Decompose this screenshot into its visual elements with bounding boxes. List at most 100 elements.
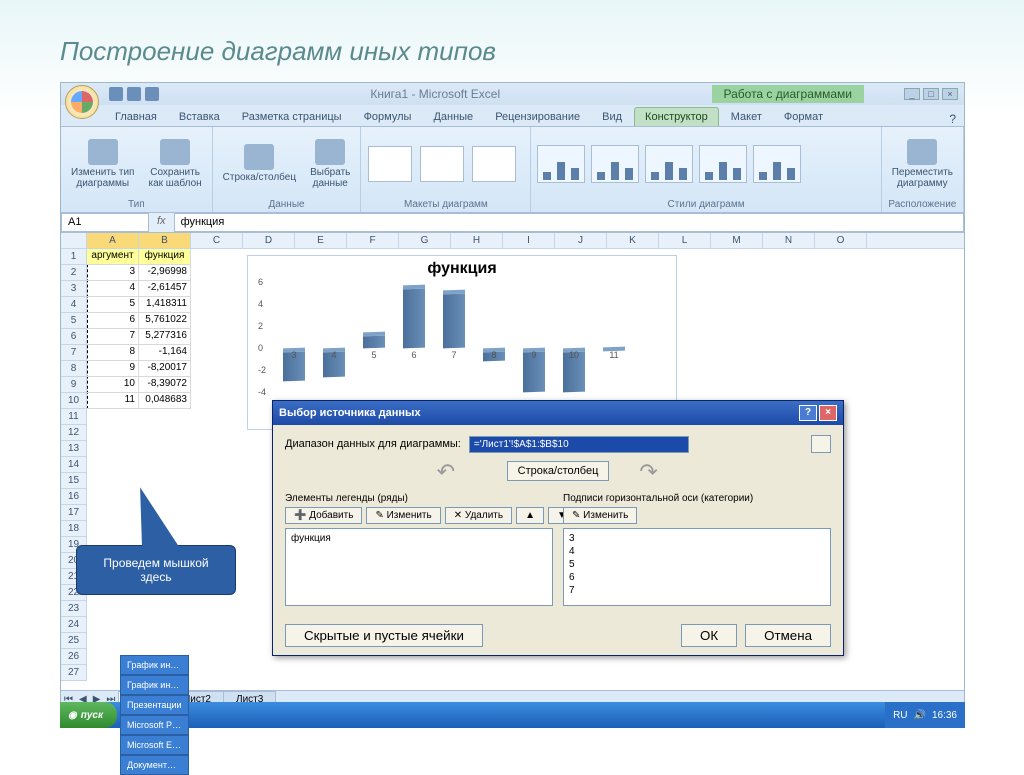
row-header[interactable]: 25 — [61, 633, 86, 649]
taskbar-button[interactable]: Документ… — [120, 755, 189, 775]
tab-конструктор[interactable]: Конструктор — [634, 107, 719, 126]
column-header[interactable]: H — [451, 233, 503, 248]
column-header[interactable]: J — [555, 233, 607, 248]
cell[interactable]: 10 — [87, 377, 139, 393]
help-icon[interactable]: ? — [949, 112, 956, 126]
switch-row-column-button[interactable]: Строка/столбец — [219, 142, 300, 185]
row-header[interactable]: 6 — [61, 329, 86, 345]
row-header[interactable]: 8 — [61, 361, 86, 377]
clock[interactable]: 16:36 — [932, 710, 957, 721]
column-header[interactable]: F — [347, 233, 399, 248]
cancel-button[interactable]: Отмена — [745, 624, 831, 647]
cell[interactable]: аргумент — [87, 249, 139, 265]
language-indicator[interactable]: RU — [893, 710, 907, 721]
cell[interactable]: -1,164 — [139, 345, 191, 361]
edit-series-button[interactable]: ✎ Изменить — [366, 507, 440, 524]
move-up-button[interactable]: ▲ — [516, 507, 544, 524]
row-header[interactable]: 13 — [61, 441, 86, 457]
column-header[interactable]: O — [815, 233, 867, 248]
cell[interactable]: 4 — [87, 281, 139, 297]
fx-icon[interactable]: fx — [149, 213, 174, 232]
chart-style-thumb[interactable] — [753, 145, 801, 183]
hidden-empty-cells-button[interactable]: Скрытые и пустые ячейки — [285, 624, 483, 647]
dialog-help-button[interactable]: ? — [799, 405, 817, 421]
ok-button[interactable]: ОК — [681, 624, 737, 647]
save-as-template-button[interactable]: Сохранить как шаблон — [144, 137, 205, 191]
cell[interactable]: 6 — [87, 313, 139, 329]
change-chart-type-button[interactable]: Изменить тип диаграммы — [67, 137, 138, 191]
row-header[interactable]: 5 — [61, 313, 86, 329]
tab-разметка страницы[interactable]: Разметка страницы — [232, 108, 352, 126]
list-item[interactable]: 4 — [567, 545, 827, 558]
row-header[interactable]: 9 — [61, 377, 86, 393]
column-header[interactable]: E — [295, 233, 347, 248]
column-header[interactable]: C — [191, 233, 243, 248]
cell[interactable]: функция — [139, 249, 191, 265]
chart-style-thumb[interactable] — [591, 145, 639, 183]
tab-главная[interactable]: Главная — [105, 108, 167, 126]
row-header[interactable]: 18 — [61, 521, 86, 537]
chart-layout-thumb[interactable] — [368, 146, 412, 182]
list-item[interactable]: 7 — [567, 584, 827, 597]
start-button[interactable]: ◉ пуск — [60, 702, 117, 728]
tab-макет[interactable]: Макет — [721, 108, 772, 126]
cell[interactable]: 9 — [87, 361, 139, 377]
tab-рецензирование[interactable]: Рецензирование — [485, 108, 590, 126]
chart-layout-thumb[interactable] — [472, 146, 516, 182]
cell[interactable]: 1,418311 — [139, 297, 191, 313]
column-header[interactable]: D — [243, 233, 295, 248]
taskbar-button[interactable]: Microsoft E… — [120, 735, 189, 755]
cell[interactable]: 0,048683 — [139, 393, 191, 409]
row-header[interactable]: 4 — [61, 297, 86, 313]
row-header[interactable]: 2 — [61, 265, 86, 281]
cell[interactable]: 8 — [87, 345, 139, 361]
cell[interactable]: -8,39072 — [139, 377, 191, 393]
chart-style-thumb[interactable] — [699, 145, 747, 183]
row-header[interactable]: 7 — [61, 345, 86, 361]
column-header[interactable]: B — [139, 233, 191, 248]
row-header[interactable]: 17 — [61, 505, 86, 521]
row-header[interactable]: 24 — [61, 617, 86, 633]
column-header[interactable]: M — [711, 233, 763, 248]
dialog-titlebar[interactable]: Выбор источника данных ? × — [273, 401, 843, 425]
maximize-button[interactable]: □ — [923, 88, 939, 100]
close-button[interactable]: × — [942, 88, 958, 100]
tab-вид[interactable]: Вид — [592, 108, 632, 126]
chart-style-thumb[interactable] — [645, 145, 693, 183]
move-chart-button[interactable]: Переместить диаграмму — [888, 137, 957, 191]
minimize-button[interactable]: _ — [904, 88, 920, 100]
chart-bar[interactable] — [443, 290, 465, 349]
list-item[interactable]: 3 — [567, 532, 827, 545]
row-header[interactable]: 3 — [61, 281, 86, 297]
taskbar-button[interactable]: Презентации — [120, 695, 189, 715]
row-header[interactable]: 16 — [61, 489, 86, 505]
column-header[interactable]: I — [503, 233, 555, 248]
column-header[interactable]: L — [659, 233, 711, 248]
formula-input[interactable]: функция — [174, 213, 964, 232]
row-header[interactable]: 12 — [61, 425, 86, 441]
chart-data-range-input[interactable]: ='Лист1'!$A$1:$B$10 — [469, 436, 689, 453]
row-header[interactable]: 14 — [61, 457, 86, 473]
taskbar-button[interactable]: Microsoft P… — [120, 715, 189, 735]
tab-данные[interactable]: Данные — [423, 108, 483, 126]
cell[interactable]: 11 — [87, 393, 139, 409]
row-header[interactable]: 15 — [61, 473, 86, 489]
row-header[interactable]: 11 — [61, 409, 86, 425]
column-header[interactable]: G — [399, 233, 451, 248]
tab-формат[interactable]: Формат — [774, 108, 833, 126]
tab-формулы[interactable]: Формулы — [354, 108, 422, 126]
add-series-button[interactable]: ➕ Добавить — [285, 507, 362, 524]
series-listbox[interactable]: функция — [285, 528, 553, 606]
taskbar-button[interactable]: График ин… — [120, 655, 189, 675]
row-header[interactable]: 23 — [61, 601, 86, 617]
cell[interactable]: -8,20017 — [139, 361, 191, 377]
system-tray[interactable]: RU 🔊 16:36 — [885, 702, 965, 728]
cell[interactable]: 5,277316 — [139, 329, 191, 345]
row-header[interactable]: 10 — [61, 393, 86, 409]
cell[interactable]: 7 — [87, 329, 139, 345]
taskbar-button[interactable]: График ин… — [120, 675, 189, 695]
column-header[interactable]: K — [607, 233, 659, 248]
edit-categories-button[interactable]: ✎ Изменить — [563, 507, 637, 524]
list-item[interactable]: 6 — [567, 571, 827, 584]
chart-style-thumb[interactable] — [537, 145, 585, 183]
